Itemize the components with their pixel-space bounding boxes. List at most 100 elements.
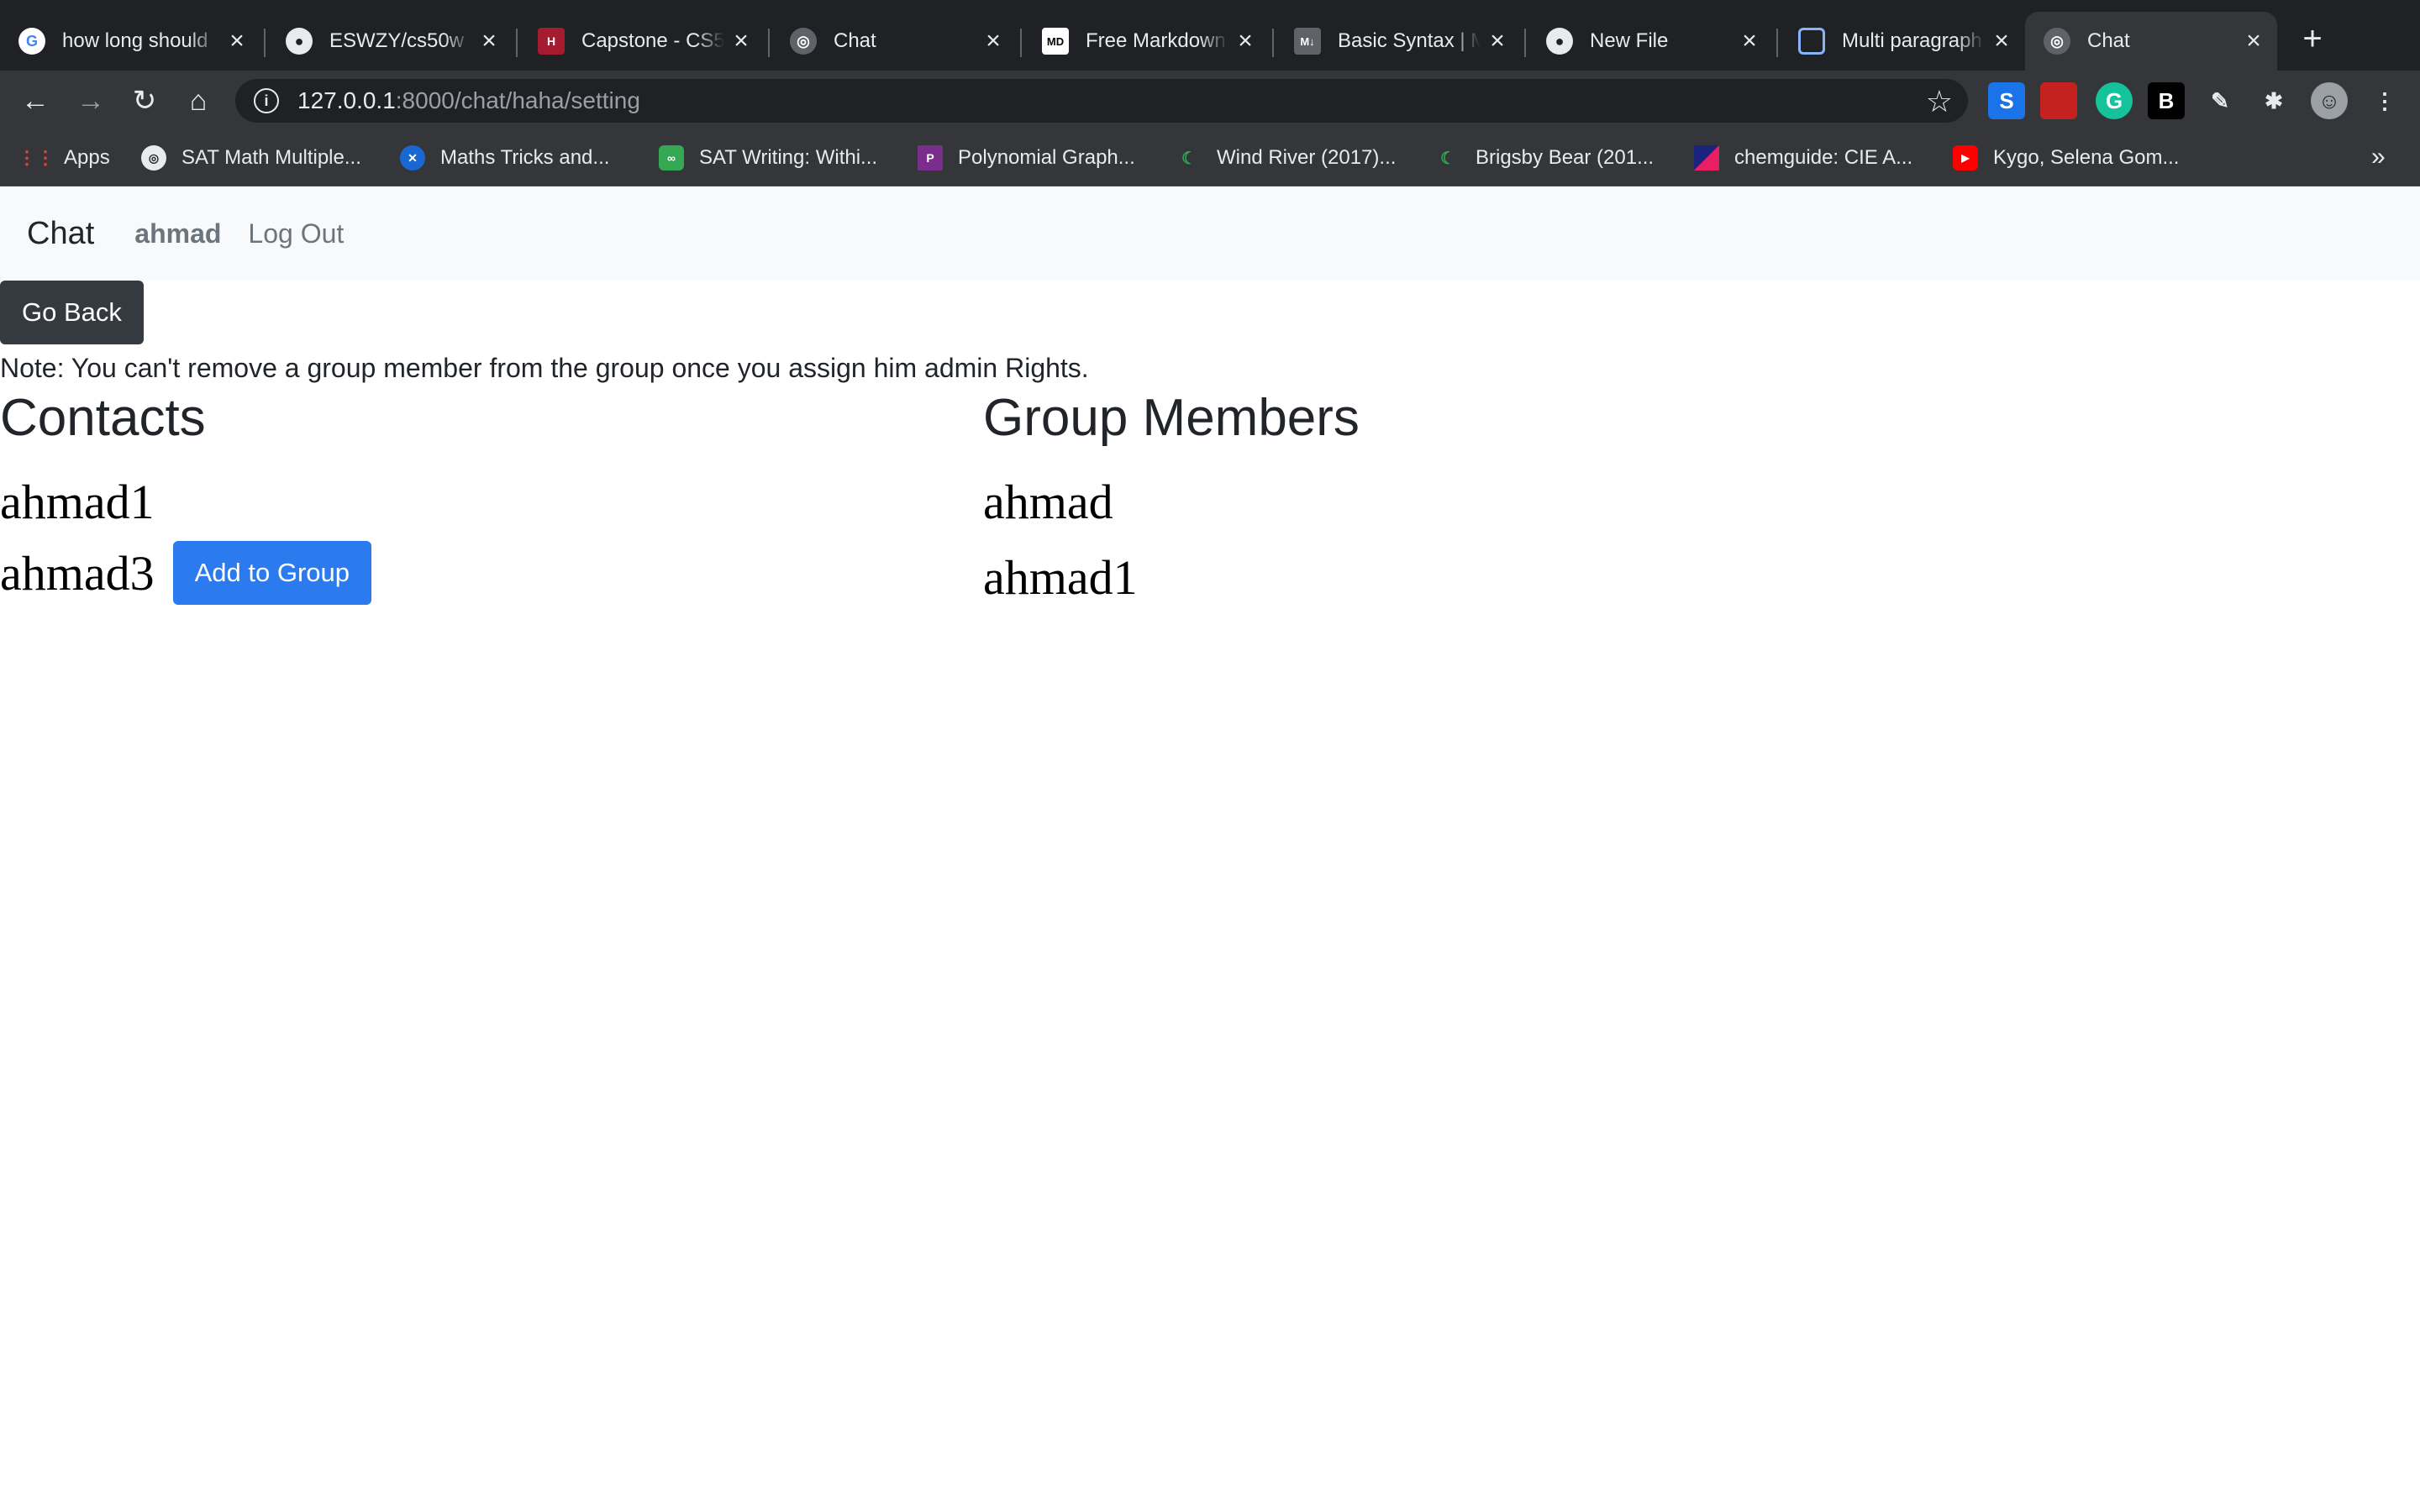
member-row: ahmad: [983, 474, 1113, 530]
tab-8[interactable]: Multi paragraph ×: [1780, 12, 2025, 71]
close-icon[interactable]: ×: [472, 27, 506, 55]
url-host: 127.0.0.1: [297, 87, 396, 113]
maths-icon: ✕: [400, 145, 425, 171]
tab-divider: [1020, 29, 1022, 57]
extension-book-icon[interactable]: [2040, 82, 2077, 119]
reload-icon[interactable]: ↻: [123, 79, 166, 123]
close-icon[interactable]: ×: [2237, 27, 2270, 55]
close-icon[interactable]: ×: [1228, 27, 1262, 55]
back-arrow-icon[interactable]: ←: [13, 79, 57, 123]
close-icon[interactable]: ×: [220, 27, 254, 55]
globe-icon: ◎: [2044, 28, 2070, 55]
youtube-icon: ▶: [1953, 145, 1978, 171]
group-members-heading: Group Members: [983, 389, 1360, 447]
grammarly-icon[interactable]: G: [2096, 82, 2133, 119]
harvard-icon: H: [538, 28, 565, 55]
bookmark-item[interactable]: ☾ Brigsby Bear (201...: [1435, 131, 1654, 185]
extension-s-icon[interactable]: S: [1988, 82, 2025, 119]
info-icon[interactable]: i: [254, 88, 279, 113]
tab-6[interactable]: M↓ Basic Syntax | M ×: [1276, 12, 1521, 71]
page-icon: [1798, 28, 1825, 55]
bookmark-item[interactable]: ∞ SAT Writing: Withi...: [659, 131, 877, 185]
purple-icon: P: [918, 145, 943, 171]
tab-divider: [1524, 29, 1526, 57]
tab-1[interactable]: G how long should ×: [0, 12, 260, 71]
home-icon[interactable]: ⌂: [176, 79, 220, 123]
go-back-button[interactable]: Go Back: [0, 281, 144, 344]
tab-divider: [768, 29, 770, 57]
bookmark-item[interactable]: ✕ Maths Tricks and...: [400, 131, 609, 185]
profile-avatar-icon[interactable]: ☺: [2311, 82, 2348, 119]
member-name: ahmad: [983, 475, 1113, 529]
close-icon[interactable]: ×: [1985, 27, 2018, 55]
bookmark-star-icon[interactable]: ☆: [1926, 84, 1953, 119]
google-icon: G: [18, 28, 45, 55]
pen-icon[interactable]: ✎: [2202, 82, 2238, 119]
tab-title: Basic Syntax | M: [1338, 29, 1481, 52]
forward-arrow-icon[interactable]: →: [69, 79, 113, 123]
member-name: ahmad1: [983, 550, 1138, 605]
close-icon[interactable]: ×: [724, 27, 758, 55]
tab-title: Free Markdown: [1086, 29, 1226, 52]
chem-icon: [1694, 145, 1719, 171]
sat-icon: ∞: [659, 145, 684, 171]
tab-2[interactable]: ● ESWZY/cs50w ×: [267, 12, 513, 71]
new-tab-icon[interactable]: +: [2294, 20, 2331, 57]
github-icon: ●: [286, 28, 313, 55]
add-to-group-button[interactable]: Add to Group: [172, 541, 372, 605]
movie-icon: ☾: [1440, 149, 1455, 168]
browser-toolbar: ← → ↻ ⌂ i 127.0.0.1:8000/chat/haha/setti…: [0, 71, 2420, 131]
globe-icon: ◎: [141, 145, 166, 171]
bookmark-apps[interactable]: ⋮⋮ Apps: [18, 131, 110, 185]
menu-dots-icon[interactable]: ⋮: [2366, 82, 2403, 119]
tab-title: Chat: [834, 29, 876, 52]
bookmark-item[interactable]: chemguide: CIE A...: [1694, 131, 1912, 185]
github-icon: ●: [1546, 28, 1573, 55]
tab-strip: G how long should × ● ESWZY/cs50w × H Ca…: [0, 0, 2420, 71]
apps-grid-icon: ⋮⋮: [18, 147, 55, 168]
navbar-brand[interactable]: Chat: [27, 216, 94, 252]
member-row: ahmad1: [983, 549, 1138, 606]
tab-divider: [1776, 29, 1778, 57]
tab-divider: [1272, 29, 1274, 57]
site-navbar: Chat ahmad Log Out: [0, 186, 2420, 281]
tab-9-active[interactable]: ◎ Chat ×: [2025, 12, 2277, 71]
page-content: Chat ahmad Log Out Go Back Note: You can…: [0, 186, 2420, 1512]
tab-title: Capstone - CS5: [581, 29, 724, 52]
bookmarks-bar: ⋮⋮ Apps ◎ SAT Math Multiple... ✕ Maths T…: [0, 131, 2420, 186]
extension-b-icon[interactable]: B: [2148, 82, 2185, 119]
globe-icon: ◎: [790, 28, 817, 55]
logout-link[interactable]: Log Out: [248, 218, 344, 249]
bookmark-item[interactable]: ☾ Wind River (2017)...: [1176, 131, 1396, 185]
tab-3[interactable]: H Capstone - CS5 ×: [519, 12, 765, 71]
tab-7[interactable]: ● New File ×: [1528, 12, 1773, 71]
puzzle-icon[interactable]: ✱: [2255, 82, 2292, 119]
contacts-column: Contacts: [0, 388, 206, 449]
close-icon[interactable]: ×: [976, 27, 1010, 55]
address-bar[interactable]: i 127.0.0.1:8000/chat/haha/setting ☆: [235, 79, 1968, 123]
bookmark-item[interactable]: P Polynomial Graph...: [918, 131, 1135, 185]
close-icon[interactable]: ×: [1733, 27, 1766, 55]
tab-title: ESWZY/cs50w: [329, 29, 465, 52]
chevron-double-right-icon[interactable]: »: [2371, 143, 2386, 171]
tab-title: how long should: [62, 29, 208, 52]
close-icon[interactable]: ×: [1481, 27, 1514, 55]
group-members-column: Group Members: [983, 388, 1360, 449]
contact-name: ahmad1: [0, 475, 155, 529]
tab-title: Multi paragraph: [1842, 29, 1982, 52]
movie-icon: ☾: [1181, 149, 1197, 168]
url-path: :8000/chat/haha/setting: [395, 87, 640, 113]
bookmark-item[interactable]: ◎ SAT Math Multiple...: [141, 131, 361, 185]
tab-divider: [264, 29, 266, 57]
tab-title: New File: [1590, 29, 1669, 52]
navbar-user[interactable]: ahmad: [134, 218, 221, 249]
tab-divider: [516, 29, 518, 57]
markdown-icon: MD: [1042, 28, 1069, 55]
contacts-heading: Contacts: [0, 389, 206, 447]
admin-rights-note: Note: You can't remove a group member fr…: [0, 353, 1089, 383]
markdown-icon: M↓: [1294, 28, 1321, 55]
bookmark-item[interactable]: ▶ Kygo, Selena Gom...: [1953, 131, 2179, 185]
tab-5[interactable]: MD Free Markdown ×: [1023, 12, 1269, 71]
tab-4[interactable]: ◎ Chat ×: [771, 12, 1017, 71]
contact-name: ahmad3: [0, 545, 155, 601]
